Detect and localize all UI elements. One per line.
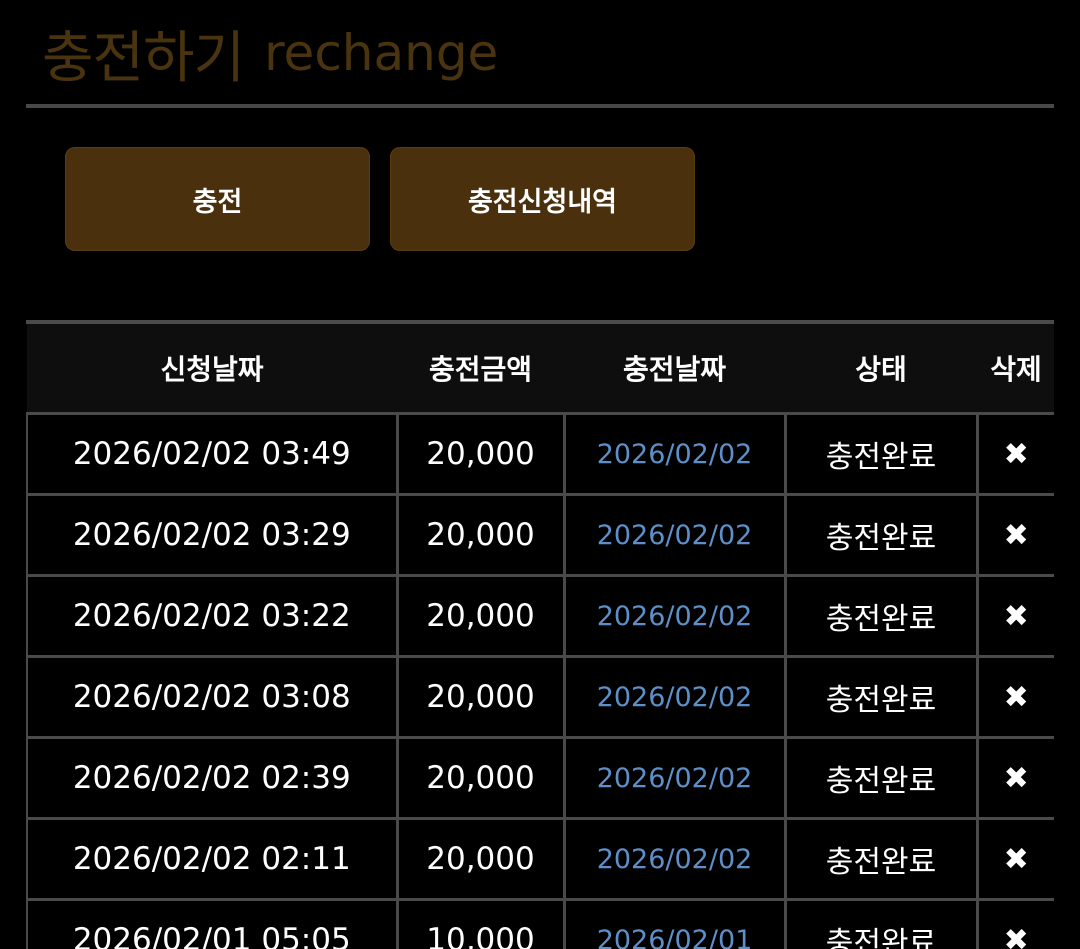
status-cell: 충전완료 bbox=[785, 576, 977, 657]
amount-cell: 20,000 bbox=[397, 414, 564, 495]
column-header-status: 상태 bbox=[785, 324, 977, 414]
delete-icon[interactable]: ✖ bbox=[1004, 602, 1029, 632]
status-cell: 충전완료 bbox=[785, 495, 977, 576]
request-date-cell: 2026/02/02 02:39 bbox=[27, 738, 397, 819]
delete-cell: ✖ bbox=[977, 819, 1054, 900]
request-date-cell: 2026/02/02 03:08 bbox=[27, 657, 397, 738]
amount-cell: 20,000 bbox=[397, 576, 564, 657]
column-header-amount: 충전금액 bbox=[397, 324, 564, 414]
table-row: 2026/02/02 02:3920,0002026/02/02충전완료 ✖ bbox=[27, 738, 1054, 819]
delete-icon[interactable]: ✖ bbox=[1004, 764, 1029, 794]
charge-date-link[interactable]: 2026/02/02 bbox=[564, 576, 785, 657]
table-header-row: 신청날짜 충전금액 충전날짜 상태 삭제 bbox=[27, 324, 1054, 414]
charge-date-link[interactable]: 2026/02/02 bbox=[564, 819, 785, 900]
delete-icon[interactable]: ✖ bbox=[1004, 926, 1029, 949]
request-date-cell: 2026/02/02 03:29 bbox=[27, 495, 397, 576]
delete-icon[interactable]: ✖ bbox=[1004, 845, 1029, 875]
charge-date-link[interactable]: 2026/02/02 bbox=[564, 657, 785, 738]
status-cell: 충전완료 bbox=[785, 819, 977, 900]
charge-history-button[interactable]: 충전신청내역 bbox=[390, 147, 695, 251]
delete-cell: ✖ bbox=[977, 576, 1054, 657]
request-date-cell: 2026/02/01 05:05 bbox=[27, 900, 397, 949]
request-date-cell: 2026/02/02 03:22 bbox=[27, 576, 397, 657]
delete-cell: ✖ bbox=[977, 738, 1054, 819]
charge-date-link[interactable]: 2026/02/02 bbox=[564, 414, 785, 495]
table-row: 2026/02/02 03:2920,0002026/02/02충전완료 ✖ bbox=[27, 495, 1054, 576]
amount-cell: 20,000 bbox=[397, 738, 564, 819]
table-row: 2026/02/02 03:0820,0002026/02/02충전완료 ✖ bbox=[27, 657, 1054, 738]
column-header-request-date: 신청날짜 bbox=[27, 324, 397, 414]
delete-icon[interactable]: ✖ bbox=[1004, 683, 1029, 713]
column-header-charge-date: 충전날짜 bbox=[564, 324, 785, 414]
charge-history-table: 신청날짜 충전금액 충전날짜 상태 삭제 2026/02/02 03:4920,… bbox=[26, 320, 1054, 949]
charge-date-link[interactable]: 2026/02/01 bbox=[564, 900, 785, 949]
amount-cell: 20,000 bbox=[397, 495, 564, 576]
delete-icon[interactable]: ✖ bbox=[1004, 521, 1029, 551]
request-date-cell: 2026/02/02 02:11 bbox=[27, 819, 397, 900]
status-cell: 충전완료 bbox=[785, 900, 977, 949]
charge-date-link[interactable]: 2026/02/02 bbox=[564, 495, 785, 576]
page-header: 충전하기 rechange bbox=[42, 8, 498, 98]
page-subtitle: rechange bbox=[264, 24, 498, 82]
delete-cell: ✖ bbox=[977, 495, 1054, 576]
table-row: 2026/02/01 05:0510,0002026/02/01충전완료 ✖ bbox=[27, 900, 1054, 949]
amount-cell: 10,000 bbox=[397, 900, 564, 949]
amount-cell: 20,000 bbox=[397, 657, 564, 738]
status-cell: 충전완료 bbox=[785, 657, 977, 738]
delete-icon[interactable]: ✖ bbox=[1004, 440, 1029, 470]
charge-date-link[interactable]: 2026/02/02 bbox=[564, 738, 785, 819]
table-row: 2026/02/02 02:1120,0002026/02/02충전완료 ✖ bbox=[27, 819, 1054, 900]
delete-cell: ✖ bbox=[977, 657, 1054, 738]
page-title: 충전하기 bbox=[42, 13, 244, 94]
column-header-delete: 삭제 bbox=[977, 324, 1054, 414]
delete-cell: ✖ bbox=[977, 414, 1054, 495]
header-divider bbox=[26, 104, 1054, 108]
status-cell: 충전완료 bbox=[785, 414, 977, 495]
request-date-cell: 2026/02/02 03:49 bbox=[27, 414, 397, 495]
charge-button[interactable]: 충전 bbox=[65, 147, 370, 251]
amount-cell: 20,000 bbox=[397, 819, 564, 900]
table-row: 2026/02/02 03:2220,0002026/02/02충전완료 ✖ bbox=[27, 576, 1054, 657]
delete-cell: ✖ bbox=[977, 900, 1054, 949]
table-row: 2026/02/02 03:4920,0002026/02/02충전완료 ✖ bbox=[27, 414, 1054, 495]
status-cell: 충전완료 bbox=[785, 738, 977, 819]
